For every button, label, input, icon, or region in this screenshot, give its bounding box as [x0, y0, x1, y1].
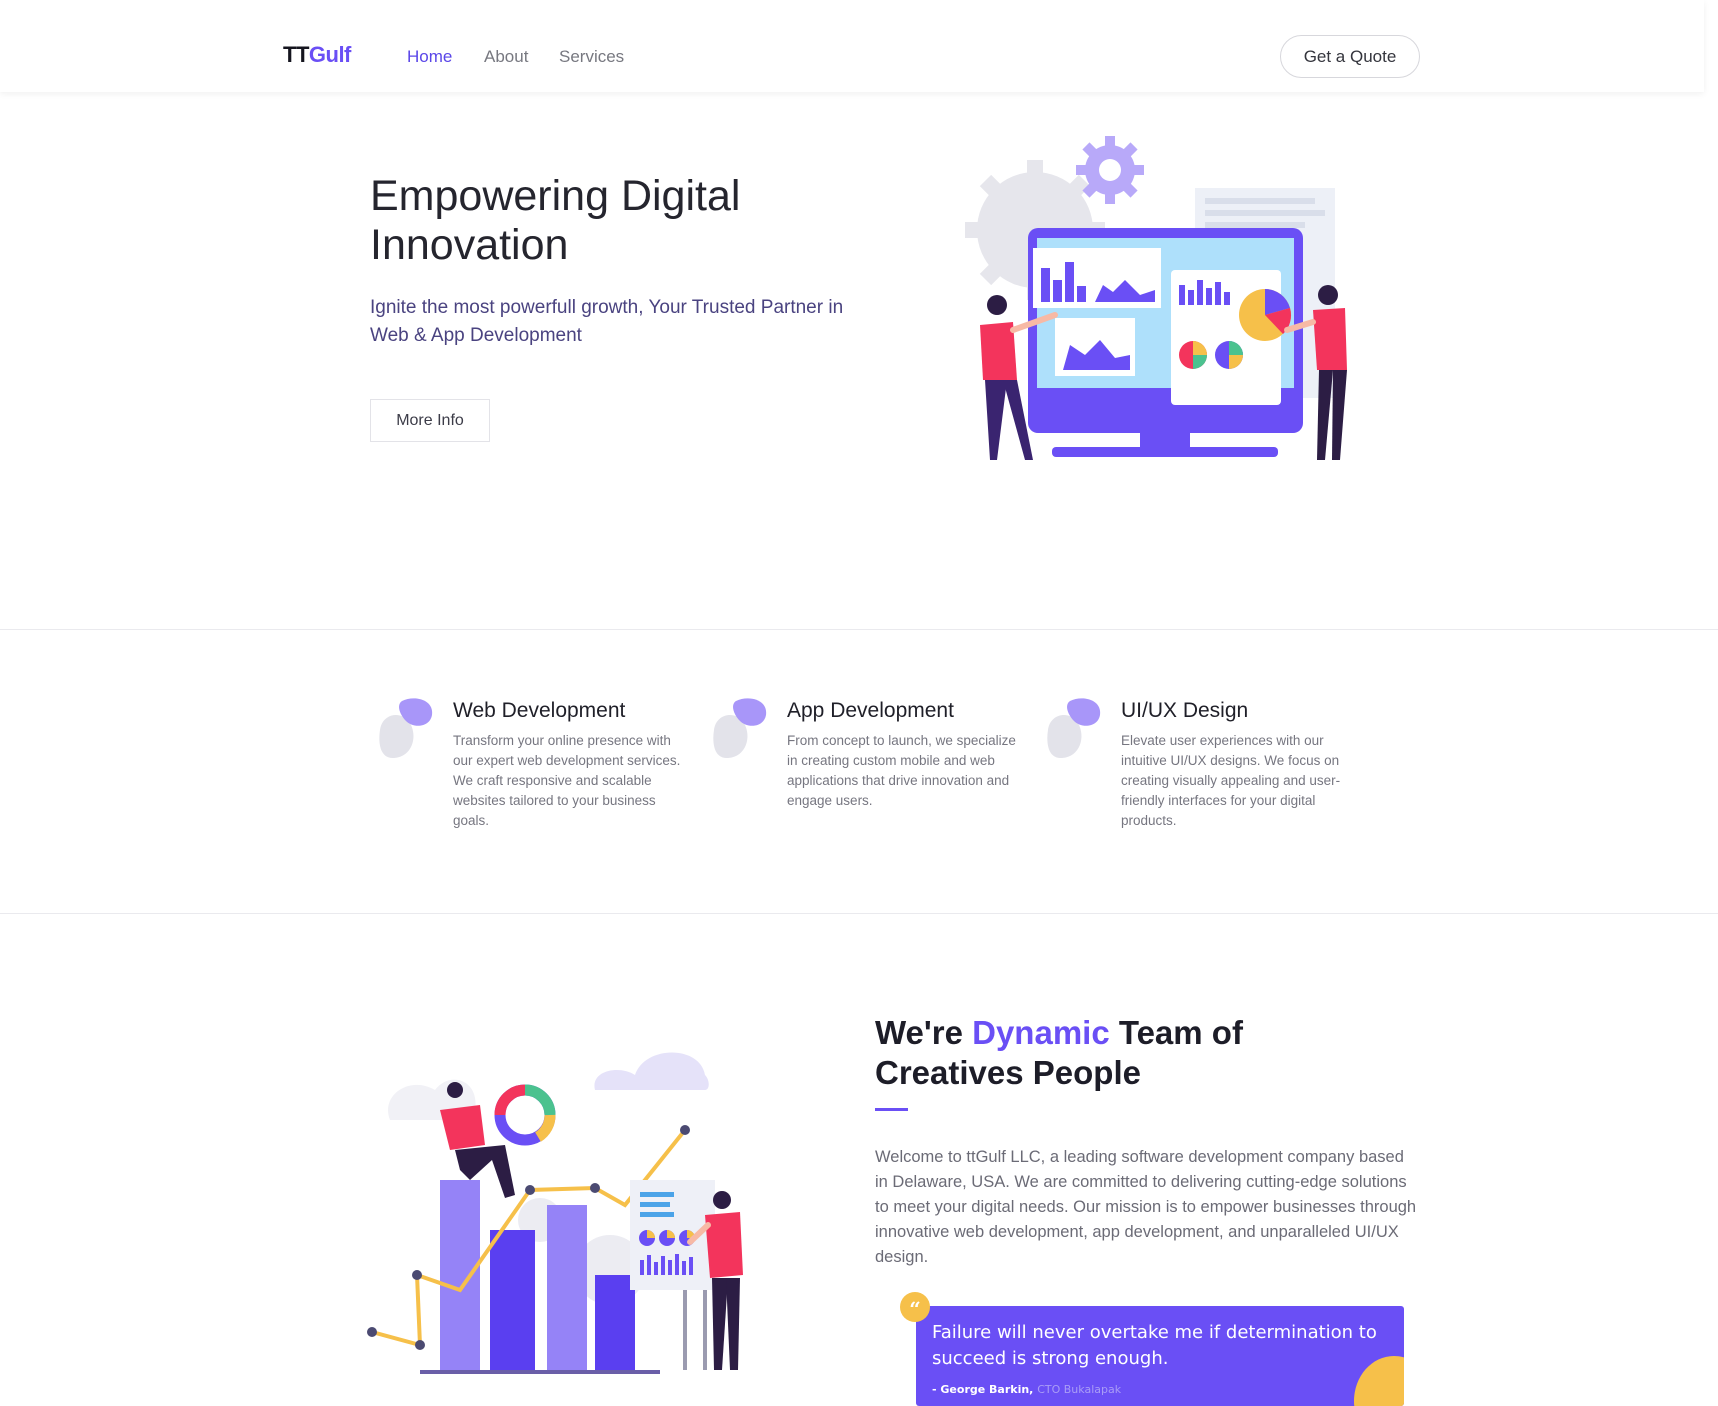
quote-author: - George Barkin, CTO Bukalapak — [932, 1383, 1121, 1396]
about-title-highlight: Dynamic — [972, 1014, 1110, 1051]
analytics-dashboard-illustration — [965, 136, 1347, 460]
testimonial-quote: Failure will never overtake me if determ… — [916, 1306, 1404, 1406]
service-description: Transform your online presence with our … — [453, 733, 681, 828]
hero-subtitle: Ignite the most powerfull growth, Your T… — [370, 297, 844, 346]
hero-title: Empowering Digital Innovation — [370, 172, 741, 269]
nav-link-about[interactable]: About — [484, 47, 528, 67]
service-title: Web Development — [453, 699, 626, 722]
nav-link-home[interactable]: Home — [407, 47, 452, 67]
brand-part2: Gulf — [308, 42, 352, 67]
service-title: UI/UX Design — [1121, 699, 1249, 722]
quote-author-role: CTO Bukalapak — [1037, 1383, 1122, 1396]
section-divider — [0, 629, 1718, 630]
navbar: TTGulf Home About Services Get a Quote — [0, 0, 1704, 92]
blob-icon — [1047, 698, 1101, 759]
quote-icon: “ — [900, 1292, 930, 1322]
brand-logo[interactable]: TTGulf — [283, 42, 351, 68]
nav-link-services[interactable]: Services — [559, 47, 624, 67]
more-info-button[interactable]: More Info — [370, 399, 490, 442]
service-description: Elevate user experiences with our intuit… — [1121, 733, 1341, 828]
about-text: Welcome to ttGulf LLC, a leading softwar… — [875, 1148, 1417, 1266]
get-a-quote-button[interactable]: Get a Quote — [1280, 35, 1420, 78]
blob-icon — [379, 698, 433, 759]
section-divider — [0, 913, 1718, 914]
title-underline — [875, 1108, 908, 1111]
about-title: We're Dynamic Team of Creatives People — [875, 1013, 1295, 1093]
blob-icon — [713, 698, 767, 759]
service-description: From concept to launch, we specialize in… — [787, 733, 1016, 808]
gear-icon — [1076, 136, 1144, 204]
team-growth-illustration — [367, 1052, 743, 1374]
brand-part1: TT — [283, 42, 309, 67]
quote-text: Failure will never overtake me if determ… — [932, 1322, 1377, 1369]
quote-author-name: - George Barkin, — [932, 1383, 1034, 1396]
about-title-pre: We're — [875, 1014, 973, 1051]
service-title: App Development — [787, 699, 954, 722]
